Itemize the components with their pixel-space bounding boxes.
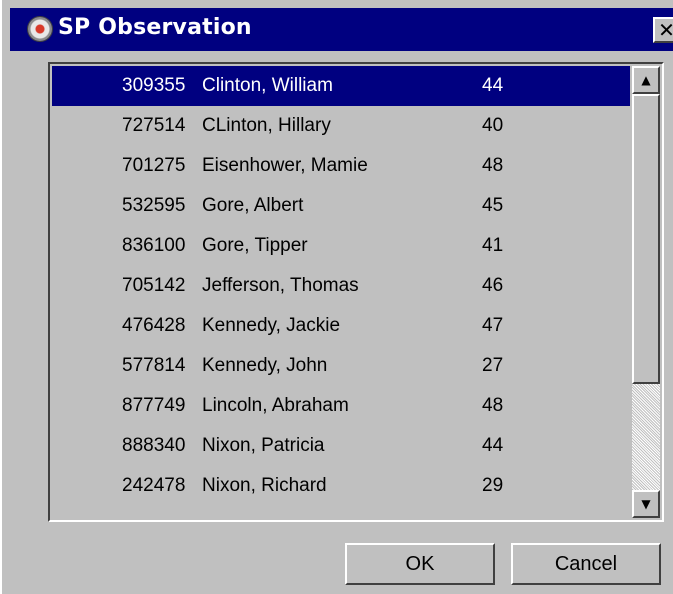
row-id: 701275: [122, 155, 186, 176]
row-id: 836100: [122, 235, 186, 256]
close-button[interactable]: ✕: [653, 17, 673, 43]
scroll-thumb[interactable]: [632, 94, 660, 384]
row-value: 29: [482, 475, 504, 496]
row-id: 888340: [122, 435, 186, 456]
row-id: 532595: [122, 195, 186, 216]
list-item[interactable]: 888340 Nixon, Patricia 44: [52, 426, 630, 466]
list-item[interactable]: 532595 Gore, Albert 45: [52, 186, 630, 226]
row-name: Gore, Albert: [202, 195, 304, 216]
ok-button[interactable]: OK: [345, 543, 495, 585]
arrow-up-icon: ▲: [641, 73, 651, 87]
row-id: 877749: [122, 395, 186, 416]
row-id: 705142: [122, 275, 186, 296]
row-name: Gore, Tipper: [202, 235, 308, 256]
arrow-down-icon: ▼: [641, 497, 651, 511]
row-id: 476428: [122, 315, 186, 336]
list-item[interactable]: 309355 Clinton, William 44: [52, 66, 630, 106]
list-item[interactable]: 705142 Jefferson, Thomas 46: [52, 266, 630, 306]
list-item[interactable]: 727514 CLinton, Hillary 40: [52, 106, 630, 146]
cancel-button[interactable]: Cancel: [511, 543, 661, 585]
row-name: Eisenhower, Mamie: [202, 155, 368, 176]
row-name: Jefferson, Thomas: [202, 275, 359, 296]
row-name: Kennedy, John: [202, 355, 328, 376]
row-id: 577814: [122, 355, 186, 376]
list-item[interactable]: 877749 Lincoln, Abraham 48: [52, 386, 630, 426]
row-name: CLinton, Hillary: [202, 115, 331, 136]
row-name: Nixon, Patricia: [202, 435, 325, 456]
list-item[interactable]: 242478 Nixon, Richard 29: [52, 466, 630, 506]
row-name: Kennedy, Jackie: [202, 315, 341, 336]
vertical-scrollbar[interactable]: ▲ ▼: [632, 66, 660, 518]
row-id: 242478: [122, 475, 186, 496]
row-id: 309355: [122, 75, 186, 96]
dialog-window: SP Observation ✕ 309355 Clinton, William 4…: [0, 0, 673, 594]
row-name: Clinton, William: [202, 75, 333, 96]
scroll-up-button[interactable]: ▲: [632, 66, 660, 94]
app-icon: [28, 17, 52, 41]
row-value: 48: [482, 155, 504, 176]
row-value: 44: [482, 75, 504, 96]
scroll-down-button[interactable]: ▼: [632, 490, 660, 518]
list-item[interactable]: 577814 Kennedy, John 27: [52, 346, 630, 386]
title-bar[interactable]: SP Observation ✕: [10, 8, 673, 51]
row-value: 41: [482, 235, 504, 256]
row-name: Nixon, Richard: [202, 475, 327, 496]
row-value: 48: [482, 395, 504, 416]
list-item[interactable]: 476428 Kennedy, Jackie 47: [52, 306, 630, 346]
row-value: 40: [482, 115, 504, 136]
row-value: 45: [482, 195, 504, 216]
row-value: 44: [482, 435, 504, 456]
list-items: 309355 Clinton, William 44 727514 CLinton, H…: [52, 66, 630, 518]
observation-listbox[interactable]: 309355 Clinton, William 44 727514 CLinton, H…: [48, 62, 664, 522]
window-title: SP Observation: [58, 15, 252, 40]
row-id: 727514: [122, 115, 186, 136]
row-value: 46: [482, 275, 504, 296]
row-name: Lincoln, Abraham: [202, 395, 349, 416]
close-icon: ✕: [658, 18, 673, 42]
list-item[interactable]: 836100 Gore, Tipper 41: [52, 226, 630, 266]
row-value: 27: [482, 355, 504, 376]
row-value: 47: [482, 315, 504, 336]
list-item[interactable]: 701275 Eisenhower, Mamie 48: [52, 146, 630, 186]
